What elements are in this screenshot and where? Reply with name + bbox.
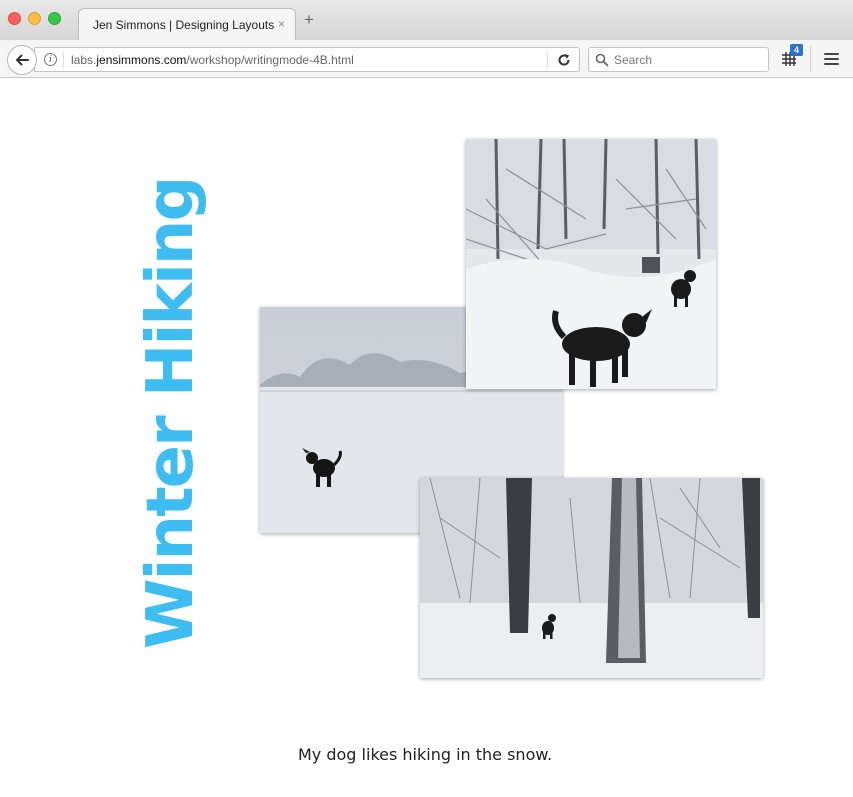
hamburger-menu-icon[interactable] [824, 53, 839, 65]
tab-close-icon[interactable]: × [278, 17, 285, 31]
reload-icon[interactable] [555, 51, 573, 69]
search-bar[interactable] [588, 47, 769, 72]
minimize-window-button[interactable] [28, 12, 41, 25]
browser-tab[interactable]: Jen Simmons | Designing Layouts × [78, 8, 296, 40]
address-bar[interactable]: i labs.jensimmons.com/workshop/writingmo… [34, 47, 580, 72]
grid-badge: 4 [790, 44, 803, 56]
toolbar-divider [810, 46, 811, 72]
search-icon [595, 53, 609, 67]
info-icon[interactable]: i [44, 53, 57, 66]
tab-title: Jen Simmons | Designing Layouts [93, 18, 275, 32]
url-domain-prefix: labs. [71, 53, 97, 67]
page-content: Winter Hiking My dog likes hiking in the… [0, 79, 853, 797]
photo-snowy-forest [420, 478, 763, 678]
back-button[interactable] [7, 45, 37, 75]
maximize-window-button[interactable] [48, 12, 61, 25]
url-divider-right [547, 52, 548, 68]
snowy-forest-image [420, 478, 763, 678]
url-path: /workshop/writingmode-4B.html [186, 53, 354, 67]
url-domain: jensimmons.com [96, 53, 187, 67]
page-heading: Winter Hiking [134, 177, 208, 649]
search-input[interactable] [614, 51, 764, 69]
snowy-woods-image [466, 139, 716, 389]
close-window-button[interactable] [8, 12, 21, 25]
back-arrow-icon [16, 54, 29, 66]
title-bar: Jen Simmons | Designing Layouts × + [0, 0, 853, 40]
url-text[interactable]: labs.jensimmons.com/workshop/writingmode… [71, 53, 354, 67]
new-tab-button[interactable]: + [304, 11, 314, 28]
photo-caption: My dog likes hiking in the snow. [298, 745, 553, 764]
url-divider [63, 52, 64, 68]
photo-snowy-woods [466, 139, 716, 389]
